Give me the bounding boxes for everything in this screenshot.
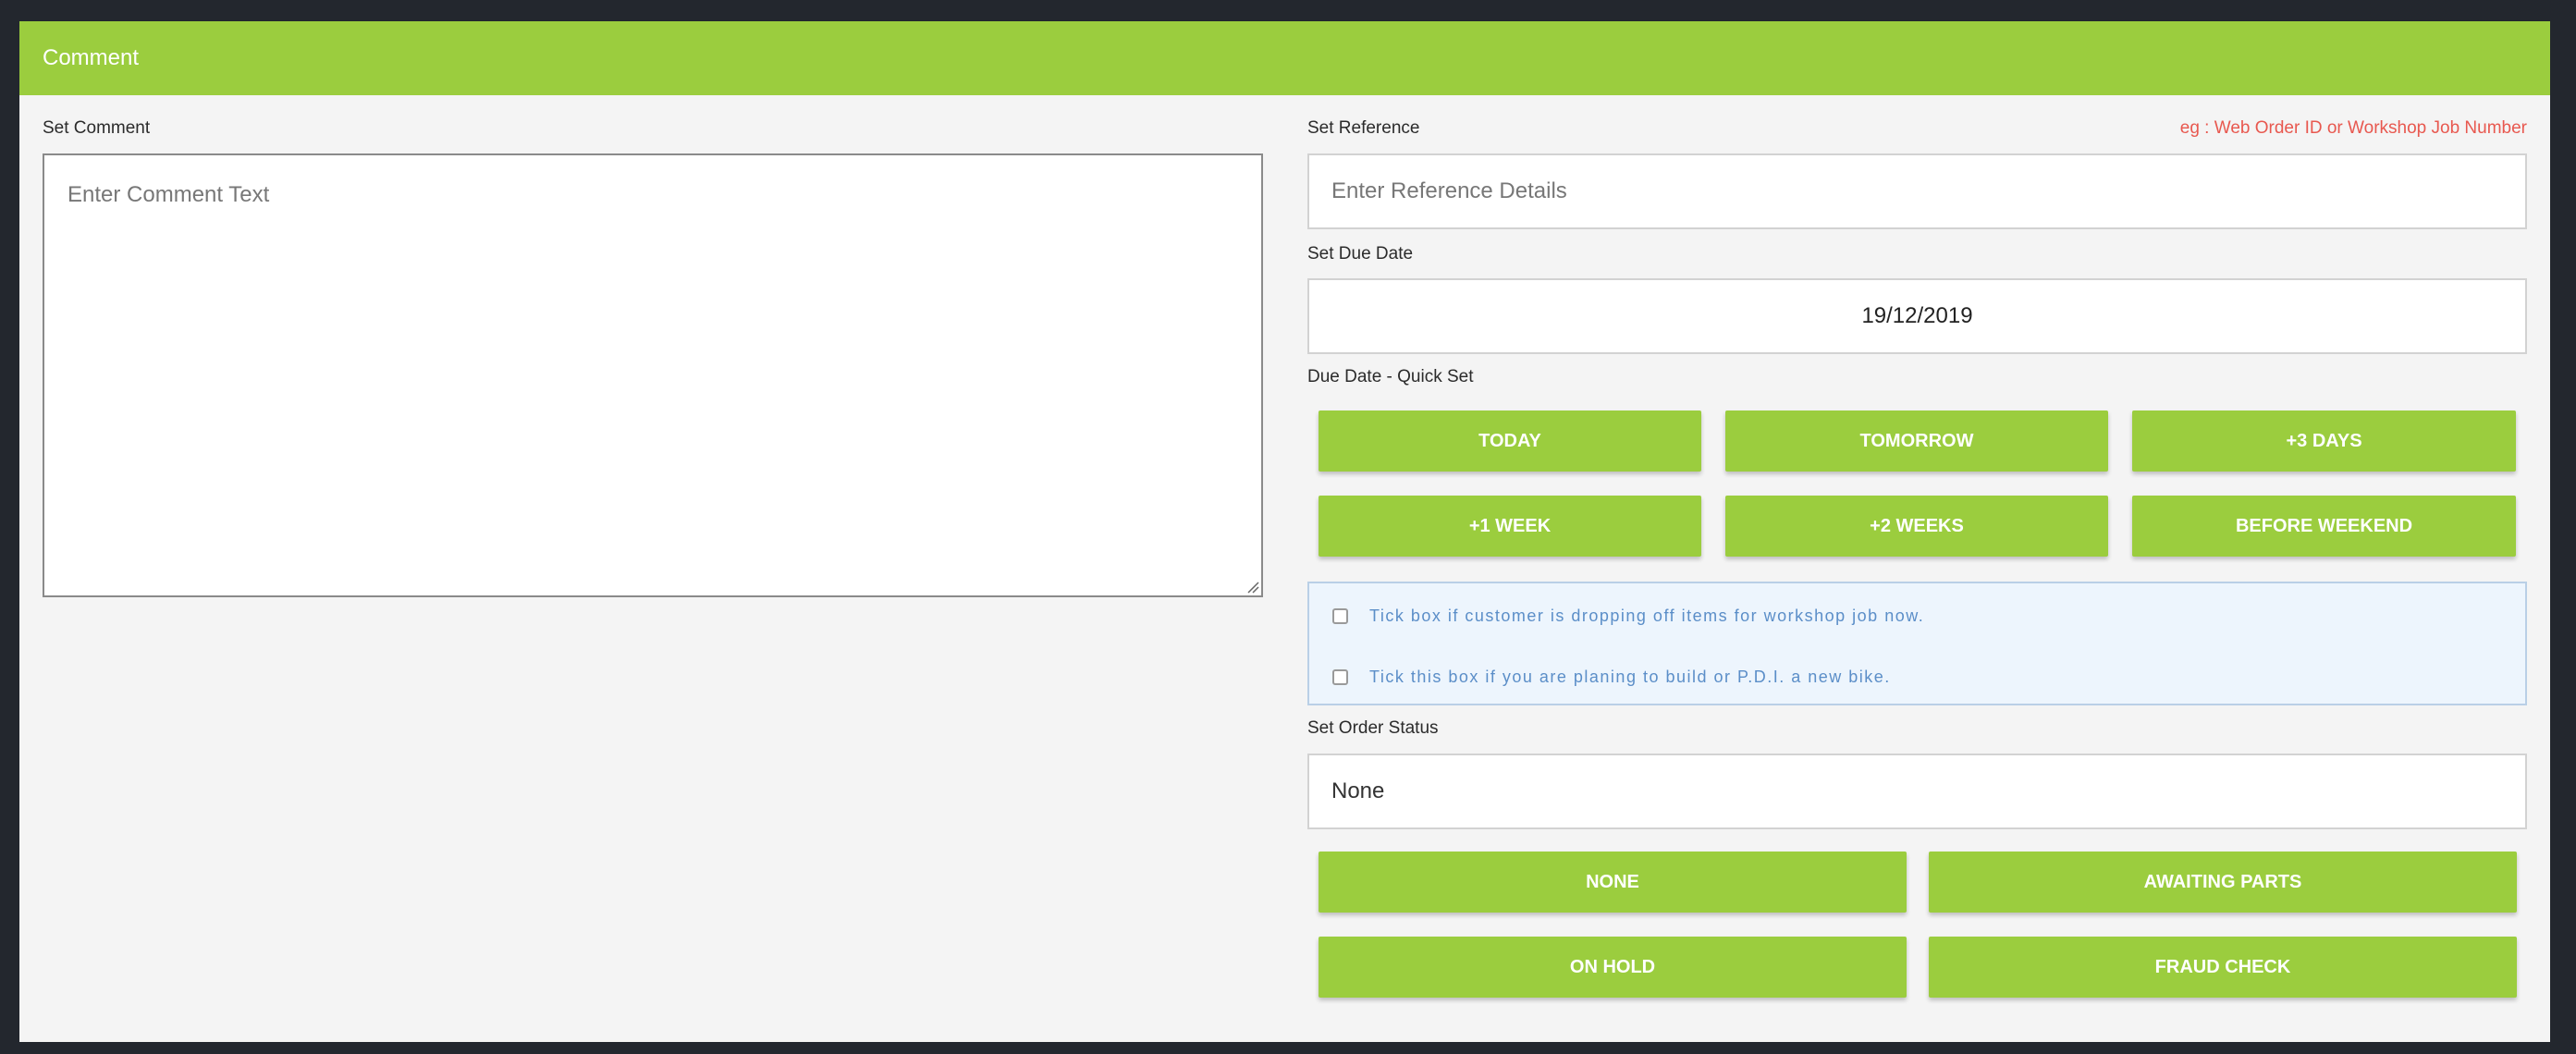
plus-1-week-button[interactable]: +1 WEEK: [1319, 496, 1701, 557]
quick-set-label: Due Date - Quick Set: [1307, 367, 1474, 386]
build-pdi-checkbox[interactable]: [1332, 669, 1348, 685]
due-date-value: 19/12/2019: [1861, 303, 1973, 328]
reference-hint: eg : Web Order ID or Workshop Job Number: [2179, 118, 2527, 138]
status-on-hold-button[interactable]: ON HOLD: [1319, 937, 1907, 998]
status-fraud-check-button[interactable]: FRAUD CHECK: [1929, 937, 2517, 998]
comment-textarea[interactable]: Enter Comment Text: [43, 153, 1263, 597]
order-status-value: None: [1331, 778, 1385, 803]
resize-handle-icon[interactable]: [1245, 579, 1259, 594]
build-pdi-checkbox-label: Tick this box if you are planing to buil…: [1369, 668, 1891, 686]
before-weekend-button[interactable]: BEFORE WEEKEND: [2132, 496, 2516, 557]
due-date-input[interactable]: 19/12/2019: [1307, 278, 2527, 354]
dropoff-checkbox-row[interactable]: Tick box if customer is dropping off ite…: [1332, 607, 1924, 626]
workshop-options-box: Tick box if customer is dropping off ite…: [1307, 582, 2527, 705]
order-status-label: Set Order Status: [1307, 718, 1439, 738]
status-awaiting-parts-button[interactable]: AWAITING PARTS: [1929, 852, 2517, 913]
reference-input[interactable]: Enter Reference Details: [1307, 153, 2527, 229]
reference-placeholder: Enter Reference Details: [1331, 178, 1567, 203]
tomorrow-button[interactable]: TOMORROW: [1725, 411, 2108, 472]
order-status-select[interactable]: None: [1307, 754, 2527, 829]
comment-placeholder: Enter Comment Text: [67, 182, 270, 207]
plus-2-weeks-button[interactable]: +2 WEEKS: [1725, 496, 2108, 557]
dropoff-checkbox-label: Tick box if customer is dropping off ite…: [1369, 607, 1925, 625]
comment-label: Set Comment: [43, 118, 151, 138]
build-pdi-checkbox-row[interactable]: Tick this box if you are planing to buil…: [1332, 668, 1891, 687]
status-none-button[interactable]: NONE: [1319, 852, 1907, 913]
plus-3-days-button[interactable]: +3 DAYS: [2132, 411, 2516, 472]
today-button[interactable]: TODAY: [1319, 411, 1701, 472]
panel-title: Comment: [43, 45, 140, 70]
due-date-label: Set Due Date: [1307, 244, 1414, 264]
dropoff-checkbox[interactable]: [1332, 608, 1348, 624]
comment-panel: Comment Set Comment Enter Comment Text S…: [19, 21, 2550, 1042]
reference-label: Set Reference: [1307, 118, 1420, 138]
panel-header: Comment: [19, 21, 2550, 95]
